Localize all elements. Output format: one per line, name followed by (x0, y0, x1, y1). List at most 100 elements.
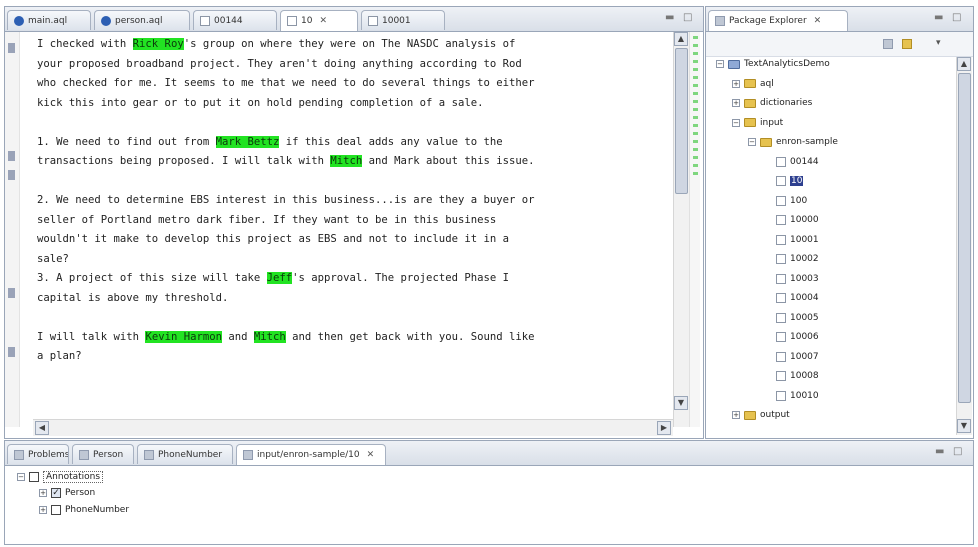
tree-item-textanalyticsdemo[interactable]: − TextAnalyticsDemo (716, 59, 830, 69)
tree-item-10003[interactable]: 10003 (764, 273, 819, 284)
checkbox[interactable] (29, 472, 39, 482)
link-with-editor-icon[interactable] (902, 39, 912, 49)
tab-10[interactable]: 10 ✕ (280, 10, 358, 31)
java-icon (14, 15, 24, 26)
tab-label: 10001 (382, 15, 411, 26)
explorer-tree: − TextAnalyticsDemo + aql + dictionaries − inpu… (706, 59, 956, 434)
tab-main-aql[interactable]: main.aql (7, 10, 91, 30)
text-line: seller of Portland metro dark fiber. If … (37, 211, 669, 231)
view-menu-icon[interactable]: ▾ (936, 38, 941, 48)
text-segment: I will talk with (37, 330, 146, 343)
minimize-icon[interactable]: ▬ (665, 12, 674, 23)
entity-highlight[interactable]: Mark Bettz (215, 135, 280, 148)
tree-item-output[interactable]: + output (732, 410, 790, 420)
tab-00144[interactable]: 00144 (193, 10, 277, 30)
annotation-phonenumber[interactable]: + PhoneNumber (39, 505, 129, 515)
tab-package-explorer[interactable]: Package Explorer ✕ (708, 10, 848, 31)
entity-highlight[interactable]: Mitch (330, 155, 363, 167)
tree-item-label: aql (760, 78, 774, 89)
scroll-thumb[interactable] (958, 73, 971, 403)
tree-item-dictionaries[interactable]: + dictionaries (732, 98, 812, 108)
minimize-icon[interactable]: ▬ (934, 12, 943, 23)
scroll-thumb[interactable] (675, 48, 688, 194)
collapse-icon[interactable]: − (716, 60, 724, 68)
annotation-annotations[interactable]: − Annotations (17, 471, 104, 483)
tree-item-10010[interactable]: 10010 (764, 390, 819, 401)
file-icon (776, 273, 786, 284)
text-line: who checked for me. It seems to me that … (37, 74, 669, 94)
entity-highlight[interactable]: Mitch (253, 330, 286, 343)
expand-icon[interactable]: + (732, 79, 740, 88)
tree-item-10002[interactable]: 10002 (764, 254, 819, 264)
tree-item-10[interactable]: 10 (764, 176, 804, 186)
tab-person-aql[interactable]: person.aql (94, 10, 190, 30)
tree-item-10001[interactable]: 10001 (764, 234, 819, 245)
editor-horizontal-scrollbar[interactable]: ◀ ▶ (33, 419, 673, 436)
tree-item-10004[interactable]: 10004 (764, 293, 819, 303)
expand-icon[interactable]: + (732, 99, 740, 107)
entity-highlight[interactable]: Jeff (266, 272, 293, 284)
close-icon[interactable]: ✕ (367, 450, 375, 460)
tab-label: person.aql (115, 15, 163, 26)
maximize-icon[interactable]: □ (952, 12, 961, 23)
annotation-person[interactable]: + ✓ Person (39, 488, 95, 498)
expand-icon[interactable]: + (39, 506, 47, 514)
scroll-right-icon[interactable]: ▶ (657, 421, 671, 435)
text-segment: wouldn't it make to develop this project… (37, 233, 509, 245)
close-icon[interactable]: ✕ (319, 16, 327, 26)
collapse-icon[interactable]: − (748, 138, 756, 146)
file-icon (776, 156, 786, 167)
package-explorer-tab-bar: Package Explorer ✕ ▬ □ (706, 7, 973, 32)
checkbox[interactable]: ✓ (51, 488, 61, 498)
scroll-down-icon[interactable]: ▼ (957, 419, 971, 433)
tab-10001[interactable]: 10001 (361, 10, 445, 30)
explorer-vertical-scrollbar[interactable]: ▲ ▼ (956, 57, 972, 435)
scroll-down-icon[interactable]: ▼ (674, 396, 688, 410)
tree-item-10008[interactable]: 10008 (764, 371, 819, 381)
bottom-panel: Problems Person PhoneNumber input/enron-sam… (4, 440, 974, 545)
file-icon (776, 332, 786, 342)
tree-item-00144[interactable]: 00144 (764, 156, 819, 167)
text-segment: 3. A project of this size will take (37, 272, 267, 284)
maximize-icon[interactable]: □ (683, 12, 692, 23)
tree-item-input[interactable]: − input (732, 118, 783, 128)
tree-item-100[interactable]: 100 (764, 195, 808, 206)
collapse-all-icon[interactable] (883, 39, 893, 49)
folder-icon (744, 98, 756, 108)
view-icon (243, 450, 253, 460)
tree-item-10006[interactable]: 10006 (764, 332, 819, 342)
project-icon (728, 59, 740, 69)
maximize-icon[interactable]: □ (953, 446, 962, 457)
expand-icon[interactable]: + (732, 411, 740, 419)
text-segment: capital is above my threshold. (37, 291, 229, 304)
expand-icon[interactable]: + (39, 489, 47, 497)
document-text[interactable]: I checked with Rick Roy's group on where… (37, 35, 669, 367)
tab-phonenumber[interactable]: PhoneNumber (137, 444, 233, 464)
collapse-icon[interactable]: − (17, 473, 25, 481)
tree-item-label: 10003 (790, 273, 819, 284)
scroll-up-icon[interactable]: ▲ (957, 57, 971, 71)
collapse-icon[interactable]: − (732, 118, 740, 127)
entity-highlight[interactable]: Kevin Harmon (145, 330, 222, 343)
minimize-icon[interactable]: ▬ (935, 446, 944, 457)
text-segment: transactions being proposed. I will talk… (37, 155, 331, 167)
scroll-up-icon[interactable]: ▲ (674, 32, 688, 46)
tree-item-enron-sample[interactable]: − enron-sample (748, 137, 838, 147)
tab-person[interactable]: Person (72, 444, 134, 464)
tree-item-10005[interactable]: 10005 (764, 312, 819, 323)
text-segment: who checked for me. It seems to me that … (37, 77, 535, 89)
tree-item-aql[interactable]: + aql (732, 79, 774, 89)
text-line: capital is above my threshold. (37, 289, 669, 309)
tab-problems[interactable]: Problems (7, 444, 69, 464)
tree-item-10007[interactable]: 10007 (764, 351, 819, 362)
tree-item-10000[interactable]: 10000 (764, 215, 819, 225)
tab-input-enron-sample-10[interactable]: input/enron-sample/10 ✕ (236, 444, 386, 465)
tree-item-label: 100 (790, 195, 808, 206)
checkbox[interactable] (51, 505, 61, 515)
entity-highlight[interactable]: Rick Roy (132, 38, 184, 50)
folder-icon (760, 137, 772, 147)
editor-vertical-scrollbar[interactable]: ▲ ▼ (673, 32, 689, 427)
scroll-left-icon[interactable]: ◀ (35, 421, 49, 435)
close-icon[interactable]: ✕ (814, 16, 822, 26)
